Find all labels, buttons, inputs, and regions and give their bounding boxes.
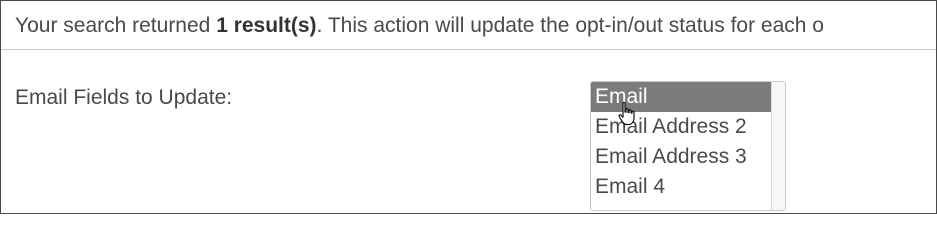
email-fields-label: Email Fields to Update: [15, 86, 233, 109]
result-count: 1 result(s) [216, 14, 317, 37]
email-fields-options: Email Email Address 2 Email Address 3 Em… [591, 82, 771, 202]
dialog-frame: Your search returned 1 result(s). This a… [0, 0, 937, 214]
option-email-4[interactable]: Email 4 [591, 172, 771, 202]
listbox-scrollbar[interactable] [771, 82, 785, 210]
option-email[interactable]: Email [591, 82, 771, 112]
summary-prefix: Your search returned [15, 14, 217, 37]
option-email-address-2[interactable]: Email Address 2 [591, 112, 771, 142]
search-summary-bar: Your search returned 1 result(s). This a… [1, 1, 936, 50]
search-summary-text: Your search returned 1 result(s). This a… [15, 13, 824, 39]
email-fields-listbox[interactable]: Email Email Address 2 Email Address 3 Em… [590, 81, 786, 211]
summary-suffix: . This action will update the opt-in/out… [316, 14, 824, 37]
option-email-address-3[interactable]: Email Address 3 [591, 142, 771, 172]
